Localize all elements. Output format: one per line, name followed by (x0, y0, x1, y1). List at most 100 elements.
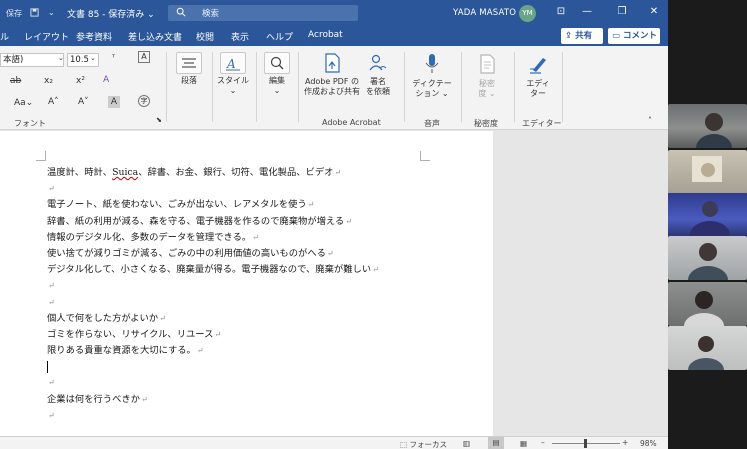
ribbon-tabs: ル レイアウト 参考資料 差し込み文書 校閲 表示 ヘルプ Acrobat ⇪ … (0, 26, 668, 46)
highlight-color-icon[interactable]: Aa⌄ (14, 98, 33, 108)
font-name-select[interactable]: 本語) (0, 53, 64, 67)
search-icon (176, 7, 186, 17)
editor-group-label: エディター (522, 119, 562, 128)
document-paragraph[interactable]: ↵ (47, 181, 379, 197)
comment-label: コメント (623, 31, 658, 41)
document-paragraph[interactable]: ↵ (47, 278, 379, 294)
paragraph-mark: ↵ (48, 297, 55, 307)
superscript-icon[interactable]: x² (76, 76, 85, 86)
participant-video-tile[interactable] (668, 193, 747, 237)
document-body[interactable]: 温度計、時計、Suica、辞書、お金、銀行、切符、電化製品、ビデオ↵ ↵ 電子ノート… (47, 165, 379, 424)
document-paragraph[interactable]: ↵ (47, 295, 379, 311)
focus-mode-button[interactable]: ⬚ フォーカス (400, 439, 447, 449)
editor-label-2: ター (530, 89, 546, 98)
avatar[interactable]: YM (519, 5, 536, 22)
participant-video-tile[interactable] (668, 326, 747, 370)
font-name-dropdown-icon[interactable]: ⌄ (58, 54, 64, 62)
paragraph-text: 使い捨てが減りゴミが減る、ごみの中の利用価値の高いものがへる (47, 247, 326, 259)
tab-references[interactable]: 参考資料 (76, 30, 112, 43)
paragraph-mark: ↵ (48, 410, 55, 420)
paragraph-mark: ↵ (326, 248, 334, 258)
text-effects-icon[interactable]: A (103, 75, 109, 85)
font-size-dropdown-icon[interactable]: ⌄ (90, 54, 96, 62)
participant-video-tile[interactable] (668, 104, 747, 148)
grow-font-icon[interactable]: A˄ (48, 97, 59, 107)
adobe-pdf-button[interactable]: Adobe PDF の 作成および共有 (302, 52, 362, 97)
dictate-button[interactable]: ディクテー ション ⌄ (410, 52, 454, 99)
document-paragraph[interactable]: ↵ (47, 408, 379, 424)
share-button[interactable]: ⇪ 共有 (561, 28, 603, 44)
search-placeholder: 検索 (202, 9, 220, 19)
print-layout-icon[interactable]: ▤ (488, 437, 504, 449)
collapse-ribbon-icon[interactable]: ˄ (648, 116, 652, 125)
tab-insert[interactable]: ル (0, 30, 9, 43)
svg-text:A: A (226, 57, 236, 71)
search-box[interactable]: 検索 (168, 5, 358, 21)
participant-video-tile[interactable] (668, 282, 747, 326)
page-corner-mark (420, 151, 430, 161)
document-paragraph[interactable] (47, 359, 379, 375)
document-paragraph[interactable]: 温度計、時計、Suica、辞書、お金、銀行、切符、電化製品、ビデオ↵ (47, 165, 379, 181)
text-cursor (47, 360, 48, 373)
tab-review[interactable]: 校閲 (196, 30, 214, 43)
sign-request-button[interactable]: 署名 を依頼 (362, 52, 394, 97)
zoom-slider-thumb[interactable] (584, 439, 587, 448)
web-layout-icon[interactable]: ▦ (520, 439, 527, 448)
styles-button[interactable]: A スタイル ⌄ (216, 52, 250, 96)
spelling-error-word[interactable]: Suica (112, 167, 138, 178)
editor-label-1: エディ (526, 79, 550, 88)
tab-layout[interactable]: レイアウト (24, 30, 69, 43)
zoom-level[interactable]: 98% (640, 439, 657, 448)
editing-button[interactable]: 編集 ⌄ (260, 52, 294, 96)
document-title[interactable]: 文書 85 - 保存済み ⌄ (67, 7, 155, 20)
document-paragraph[interactable]: 使い捨てが減りゴミが減る、ごみの中の利用価値の高いものがへる↵ (47, 246, 379, 262)
tab-view[interactable]: 表示 (231, 30, 249, 43)
paragraph-button[interactable]: 段落 (172, 52, 206, 86)
styles-icon: A (220, 52, 246, 74)
sensitivity-button[interactable]: 秘密 度 ⌄ (466, 52, 508, 99)
editor-button[interactable]: エディ ター (518, 52, 558, 99)
maximize-button[interactable]: ❐ (613, 4, 631, 20)
participant-video-tile[interactable] (668, 236, 747, 280)
tab-acrobat[interactable]: Acrobat (308, 30, 343, 40)
autosave-toggle[interactable]: 保存 (6, 8, 22, 19)
document-paragraph[interactable]: 企業は何を行うべきか↵ (47, 392, 379, 408)
adobe-pdf-label-2: 作成および共有 (304, 87, 360, 96)
shrink-font-icon[interactable]: A˅ (78, 97, 89, 107)
paragraph-text: 個人で何をした方がよいか (47, 312, 159, 324)
sensitivity-label-1: 秘密 (479, 79, 495, 88)
minimize-button[interactable]: — (578, 4, 596, 20)
char-shading-icon[interactable]: A (108, 96, 120, 108)
ribbon-display-icon[interactable]: ⊡ (552, 4, 570, 20)
word-window: 保存 ⌄ 文書 85 - 保存済み ⌄ 検索 YADA MASATO YM ⊡ … (0, 0, 668, 449)
font-dialog-launcher-icon[interactable]: ⬊ (156, 116, 162, 124)
document-paragraph[interactable]: ↵ (47, 375, 379, 391)
user-name[interactable]: YADA MASATO (453, 8, 516, 18)
document-paragraph[interactable]: 個人で何をした方がよいか↵ (47, 311, 379, 327)
enclose-char-icon[interactable]: 字 (138, 95, 150, 107)
undo-icon[interactable]: ⌄ (48, 8, 55, 17)
document-paragraph[interactable]: 辞書、紙の利用が減る、森を守る、電子機器を作るので廃棄物が増える↵ (47, 214, 379, 230)
zoom-in-button[interactable]: + (622, 438, 628, 447)
char-border-icon[interactable]: A (138, 51, 150, 63)
subscript-icon[interactable]: x₂ (44, 76, 53, 86)
document-paragraph[interactable]: 電子ノート、紙を使わない、ごみが出ない、レアメタルを使う↵ (47, 197, 379, 213)
strikethrough-icon[interactable]: ab (10, 76, 21, 86)
paragraph-mark: ↵ (307, 200, 315, 210)
read-mode-icon[interactable]: ▥ (463, 439, 470, 448)
change-case-icon[interactable]: ᵀ (112, 53, 115, 62)
document-page[interactable]: 温度計、時計、Suica、辞書、お金、銀行、切符、電化製品、ビデオ↵ ↵ 電子ノート… (0, 131, 493, 436)
comment-button[interactable]: ▭ コメント (608, 28, 660, 44)
tab-help[interactable]: ヘルプ (266, 30, 293, 43)
participant-video-tile[interactable] (668, 150, 747, 194)
close-button[interactable]: ✕ (645, 4, 663, 20)
document-paragraph[interactable]: ゴミを作らない、リサイクル、リユース↵ (47, 327, 379, 343)
document-area: 温度計、時計、Suica、辞書、お金、銀行、切符、電化製品、ビデオ↵ ↵ 電子ノート… (0, 131, 668, 436)
document-paragraph[interactable]: 情報のデジタル化、多数のデータを管理できる。↵ (47, 230, 379, 246)
paragraph-mark: ↵ (48, 281, 55, 291)
save-icon[interactable] (30, 8, 39, 19)
zoom-out-button[interactable]: – (541, 438, 545, 447)
tab-mailings[interactable]: 差し込み文書 (128, 30, 182, 43)
document-paragraph[interactable]: 限りある貴重な資源を大切にする。↵ (47, 343, 379, 359)
document-paragraph[interactable]: デジタル化して、小さくなる、廃棄量が得る。電子機器なので、廃棄が難しい↵ (47, 262, 379, 278)
